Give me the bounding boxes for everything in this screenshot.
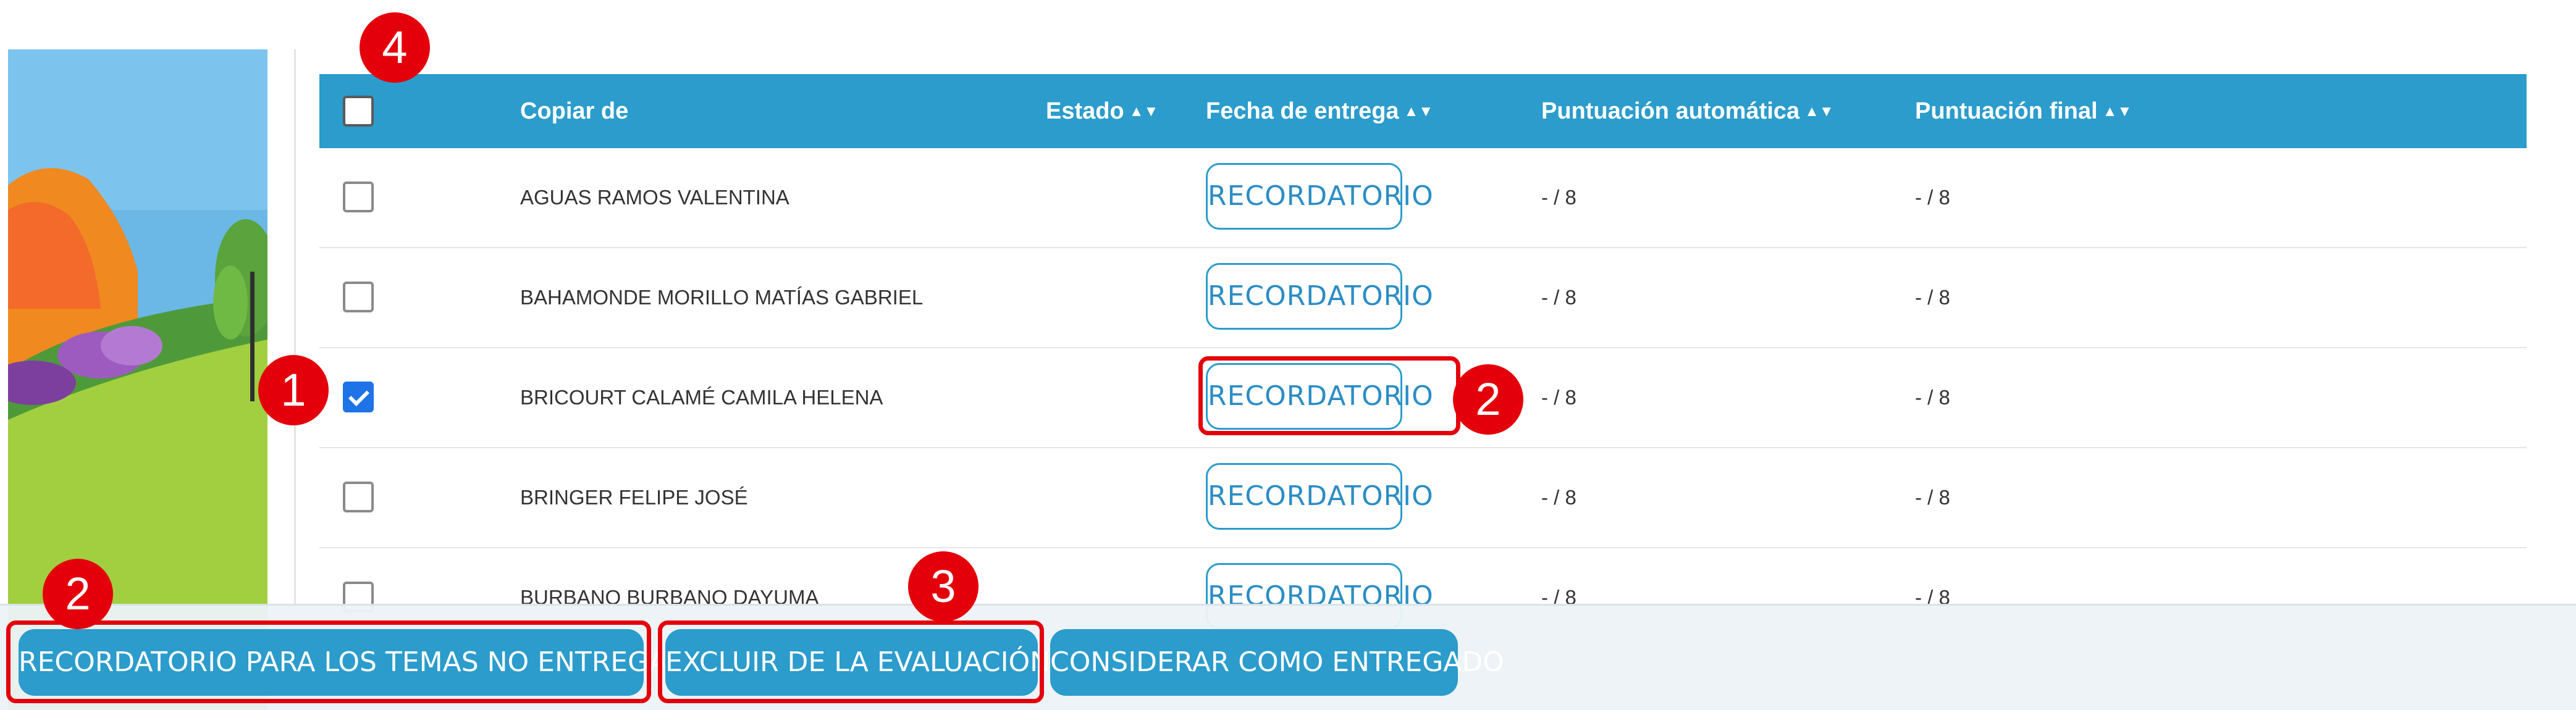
reminder-button[interactable]: RECORDATORIO — [1206, 163, 1433, 230]
header-status-label: Estado — [1046, 98, 1124, 124]
reminder-button[interactable]: RECORDATORIO — [1206, 263, 1433, 330]
row-checkbox[interactable] — [343, 382, 374, 412]
highlight-reminder-row — [1198, 356, 1460, 435]
auto-score: - / 8 — [1541, 386, 1576, 409]
annotation-marker-4: 4 — [360, 12, 430, 83]
highlight-exclude — [658, 620, 1044, 703]
row-checkbox[interactable] — [343, 282, 374, 312]
highlight-remind-all — [6, 620, 651, 703]
sort-icon[interactable]: ▲▼ — [1404, 103, 1434, 120]
annotation-marker-2: 2 — [1453, 364, 1523, 435]
header-due-date-label: Fecha de entrega — [1206, 98, 1399, 124]
table-row: AGUAS RAMOS VALENTINA RECORDATORIO - / 8… — [319, 148, 2527, 248]
header-auto-score[interactable]: Puntuación automática ▲▼ — [1541, 74, 1834, 148]
header-status[interactable]: Estado ▲▼ — [1046, 74, 1158, 148]
student-name: BRICOURT CALAMÉ CAMILA HELENA — [520, 386, 883, 409]
table-header: Copiar de Estado ▲▼ Fecha de entrega ▲▼ Pu… — [319, 74, 2527, 148]
sort-icon[interactable]: ▲▼ — [2103, 103, 2132, 120]
student-name: AGUAS RAMOS VALENTINA — [520, 186, 789, 209]
annotation-marker-1: 1 — [258, 355, 329, 425]
header-due-date[interactable]: Fecha de entrega ▲▼ — [1206, 74, 1433, 148]
student-name: BRINGER FELIPE JOSÉ — [520, 486, 748, 509]
reminder-button[interactable]: RECORDATORIO — [1206, 463, 1433, 530]
final-score: - / 8 — [1915, 386, 1950, 409]
header-final-score[interactable]: Puntuación final ▲▼ — [1915, 74, 2132, 148]
header-auto-score-label: Puntuación automática — [1541, 98, 1800, 124]
select-all-checkbox[interactable] — [343, 96, 374, 127]
table-row: BRINGER FELIPE JOSÉ RECORDATORIO - / 8 -… — [319, 448, 2527, 548]
row-checkbox[interactable] — [343, 182, 374, 212]
student-name: BAHAMONDE MORILLO MATÍAS GABRIEL — [520, 286, 924, 309]
final-score: - / 8 — [1915, 486, 1950, 509]
final-score: - / 8 — [1915, 186, 1950, 209]
annotation-marker-2: 2 — [43, 559, 113, 629]
row-checkbox[interactable] — [343, 482, 374, 512]
auto-score: - / 8 — [1541, 186, 1576, 209]
table-row: BAHAMONDE MORILLO MATÍAS GABRIEL RECORDA… — [319, 248, 2527, 348]
header-copy-of: Copiar de — [520, 74, 628, 148]
header-copy-of-label: Copiar de — [520, 98, 629, 124]
sort-icon[interactable]: ▲▼ — [1129, 103, 1159, 120]
final-score: - / 8 — [1915, 286, 1950, 309]
annotation-marker-3: 3 — [908, 551, 979, 622]
mark-as-delivered-button[interactable]: CONSIDERAR COMO ENTREGADO — [1050, 629, 1504, 696]
sort-icon[interactable]: ▲▼ — [1804, 103, 1834, 120]
panel-divider — [294, 49, 296, 605]
page: Copiar de Estado ▲▼ Fecha de entrega ▲▼ Pu… — [0, 0, 2576, 710]
header-final-score-label: Puntuación final — [1915, 98, 2098, 124]
auto-score: - / 8 — [1541, 486, 1576, 509]
auto-score: - / 8 — [1541, 286, 1576, 309]
